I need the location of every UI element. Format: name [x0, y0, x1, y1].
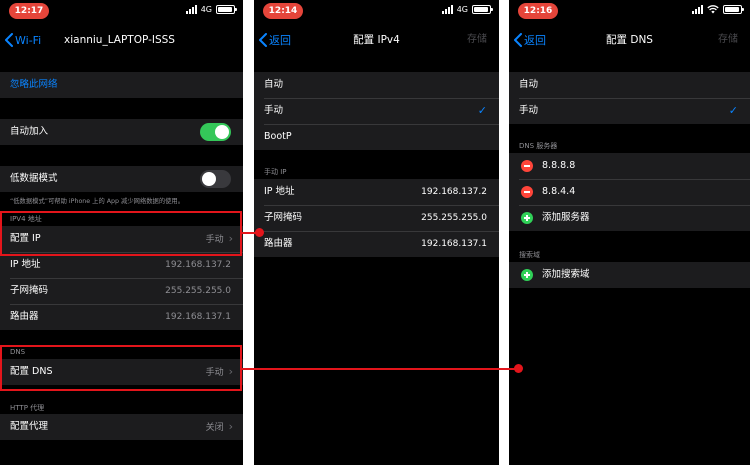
router-label: 路由器 [264, 238, 293, 249]
signal-icon [692, 5, 703, 14]
search-domains-header: 搜索域 [519, 251, 540, 259]
ipv4-connector-line [242, 232, 260, 234]
remove-icon[interactable] [521, 186, 533, 198]
back-button[interactable]: Wi-Fi [4, 28, 41, 52]
back-label: Wi-Fi [15, 33, 42, 47]
dns-server-row[interactable]: 8.8.8.8 [509, 153, 750, 179]
battery-icon [472, 5, 493, 14]
signal-icon [185, 5, 197, 14]
configure-ipv4-screen: 12:14 4G 返回 配置 IPv4 存储 自动 手动 ✓ BootP 手动 … [254, 0, 499, 465]
auto-join-row: 自动加入 [0, 119, 243, 145]
battery-icon [216, 5, 237, 14]
checkmark-icon: ✓ [728, 104, 738, 117]
nav-bar: 返回 配置 IPv4 存储 [254, 28, 499, 52]
nav-bar: 返回 配置 DNS 存储 [509, 28, 750, 52]
ip-address-label: IP 地址 [264, 186, 295, 197]
subnet-mask-row: 子网掩码 255.255.255.0 [0, 278, 243, 304]
router-value: 192.168.137.1 [421, 239, 487, 249]
option-manual-label: 手动 [519, 105, 539, 116]
option-manual-label: 手动 [264, 105, 284, 116]
configure-proxy-label: 配置代理 [10, 421, 49, 432]
add-server-button[interactable]: 添加服务器 [509, 205, 750, 231]
ip-address-row[interactable]: IP 地址 192.168.137.2 [254, 179, 499, 205]
dns-connector-dot [514, 364, 523, 373]
dns-servers-header: DNS 服务器 [519, 142, 558, 150]
subnet-mask-value: 255.255.255.0 [421, 213, 487, 223]
status-bar: 12:17 4G [0, 0, 243, 22]
configure-proxy-value: 关闭 [206, 414, 233, 441]
ipv4-highlight-box [0, 211, 242, 256]
battery-icon [723, 5, 744, 14]
forget-network-button[interactable]: 忽略此网络 [0, 72, 243, 98]
router-row[interactable]: 路由器 192.168.137.1 [254, 231, 499, 257]
chevron-left-icon [5, 33, 13, 47]
low-data-label: 低数据模式 [10, 173, 58, 184]
add-search-domain-button[interactable]: 添加搜索域 [509, 262, 750, 288]
manual-ip-header: 手动 IP [264, 168, 287, 176]
configure-dns-screen: 12:16 返回 配置 DNS 存储 自动 手动 ✓ DNS 服务器 8.8.8… [509, 0, 750, 465]
status-time: 12:14 [263, 3, 303, 19]
network-type: 4G [456, 5, 468, 14]
status-bar: 12:16 [509, 0, 750, 22]
remove-icon[interactable] [521, 160, 533, 172]
network-type: 4G [200, 5, 212, 14]
status-bar: 12:14 4G [254, 0, 499, 22]
wifi-icon [707, 5, 719, 14]
add-server-label: 添加服务器 [542, 212, 590, 223]
save-button[interactable]: 存储 [467, 28, 487, 52]
dns-server-value: 8.8.4.4 [542, 186, 576, 197]
add-icon [521, 212, 533, 224]
ip-address-label: IP 地址 [10, 259, 41, 270]
subnet-mask-label: 子网掩码 [264, 212, 303, 223]
status-time: 12:17 [9, 3, 49, 19]
subnet-mask-row[interactable]: 子网掩码 255.255.255.0 [254, 205, 499, 231]
page-title: 配置 IPv4 [353, 34, 400, 46]
status-time: 12:16 [518, 3, 558, 19]
router-row: 路由器 192.168.137.1 [0, 304, 243, 330]
option-manual[interactable]: 手动 ✓ [509, 98, 750, 124]
low-data-footnote: “低数据模式”可帮助 iPhone 上的 App 减少网络数据的使用。 [10, 198, 185, 205]
option-automatic[interactable]: 自动 [509, 72, 750, 98]
router-label: 路由器 [10, 311, 39, 322]
checkmark-icon: ✓ [477, 104, 487, 117]
low-data-row: 低数据模式 [0, 166, 243, 192]
dns-highlight-box [0, 345, 242, 391]
subnet-mask-label: 子网掩码 [10, 285, 49, 296]
http-proxy-header: HTTP 代理 [10, 404, 45, 412]
signal-icon [441, 5, 453, 14]
nav-bar: Wi-Fi xianniu_LAPTOP-ISSS [0, 28, 243, 52]
configure-proxy-row[interactable]: 配置代理 关闭 [0, 414, 243, 440]
dns-connector-line [242, 368, 518, 370]
subnet-mask-value: 255.255.255.0 [165, 286, 231, 296]
dns-server-value: 8.8.8.8 [542, 160, 576, 171]
auto-join-toggle[interactable] [200, 123, 231, 141]
router-value: 192.168.137.1 [165, 312, 231, 322]
auto-join-label: 自动加入 [10, 126, 49, 137]
save-button[interactable]: 存储 [718, 28, 738, 52]
dns-server-row[interactable]: 8.8.4.4 [509, 179, 750, 205]
option-manual[interactable]: 手动 ✓ [254, 98, 499, 124]
add-icon [521, 269, 533, 281]
add-search-domain-label: 添加搜索域 [542, 269, 590, 280]
option-bootp[interactable]: BootP [254, 124, 499, 150]
ip-address-value: 192.168.137.2 [421, 187, 487, 197]
option-automatic[interactable]: 自动 [254, 72, 499, 98]
page-title: 配置 DNS [606, 34, 653, 46]
page-title: xianniu_LAPTOP-ISSS [64, 34, 175, 46]
low-data-toggle[interactable] [200, 170, 231, 188]
